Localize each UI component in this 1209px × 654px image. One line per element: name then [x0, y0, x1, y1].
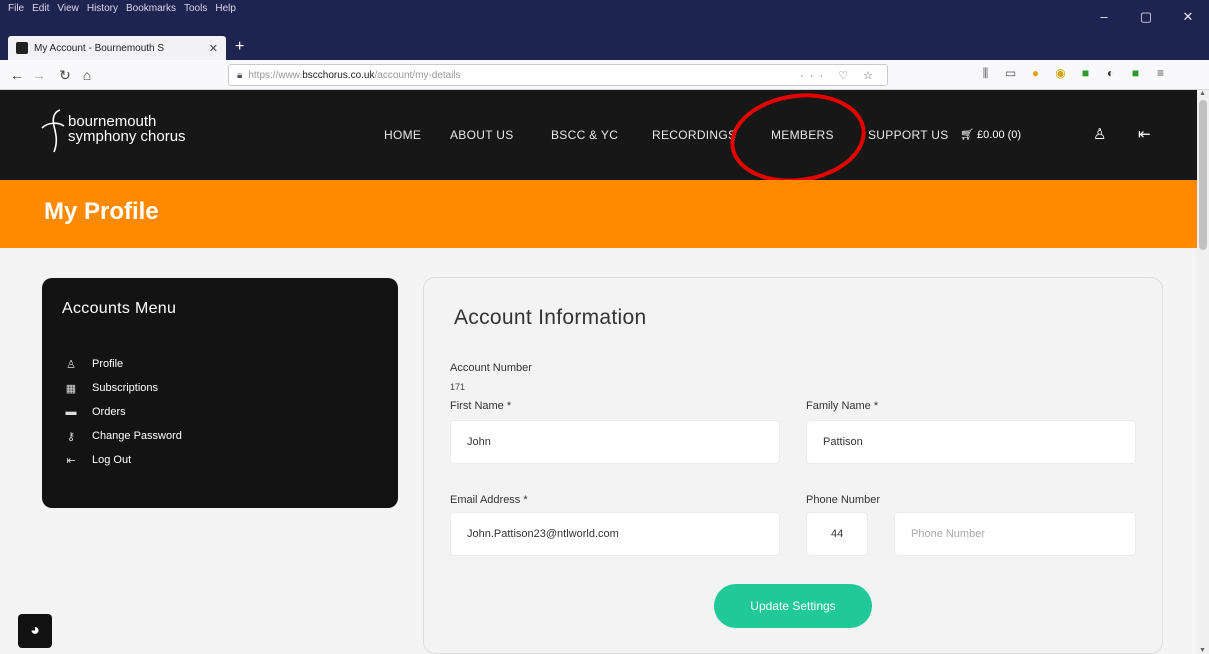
- orders-icon: ▬: [65, 406, 77, 418]
- site-header: bournemouth symphony chorus HOME ABOUT U…: [0, 90, 1197, 180]
- nav-members[interactable]: MEMBERS: [771, 128, 834, 142]
- page-banner: My Profile: [0, 180, 1197, 248]
- extension-icon[interactable]: ◉: [1053, 66, 1068, 81]
- scroll-up-icon[interactable]: ▲: [1199, 90, 1206, 97]
- first-name-label: First Name *: [450, 400, 512, 412]
- cart-icon: 🛒︎: [960, 129, 974, 141]
- close-window-button[interactable]: ✕: [1167, 0, 1209, 34]
- home-icon[interactable]: ⌂: [76, 64, 98, 86]
- url-bar[interactable]: 🔒︎ https://www.bscchorus.co.uk/account/m…: [228, 64, 888, 86]
- menu-history[interactable]: History: [87, 3, 118, 14]
- phone-country-code-field[interactable]: 44: [806, 512, 868, 556]
- nav-about-us[interactable]: ABOUT US: [450, 128, 514, 142]
- sidebar-icon[interactable]: ▭: [1003, 66, 1018, 81]
- profile-icon: ♙: [66, 358, 76, 371]
- family-name-field[interactable]: Pattison: [806, 420, 1136, 464]
- menu-edit[interactable]: Edit: [32, 3, 49, 14]
- forward-icon[interactable]: →: [28, 64, 50, 86]
- cookie-settings-icon[interactable]: ◕: [18, 614, 52, 648]
- phone-number-field[interactable]: Phone Number: [894, 512, 1136, 556]
- user-icon[interactable]: ♙: [1093, 125, 1106, 143]
- email-field[interactable]: John.Pattison23@ntlworld.com: [450, 512, 780, 556]
- menu-view[interactable]: View: [57, 3, 79, 14]
- menu-item-orders[interactable]: ▬ Orders: [62, 400, 378, 424]
- vertical-scrollbar[interactable]: ▲ ▼: [1197, 90, 1209, 654]
- open-menu-icon[interactable]: ≡: [1153, 66, 1168, 81]
- menu-item-profile[interactable]: ♙ Profile: [62, 352, 378, 376]
- subscriptions-icon: ▦: [65, 382, 77, 395]
- new-tab-icon[interactable]: +: [235, 36, 244, 58]
- logo-line-1: bournemouth: [68, 113, 157, 130]
- account-info-card: Account Information Account Number 171 F…: [423, 277, 1163, 654]
- scrollbar-thumb[interactable]: [1199, 100, 1207, 250]
- browser-menubar: File Edit View History Bookmarks Tools H…: [0, 0, 236, 16]
- nav-bscc-yc[interactable]: BSCC & YC: [551, 128, 618, 142]
- menu-tools[interactable]: Tools: [184, 3, 207, 14]
- account-number-value: 171: [450, 382, 466, 392]
- email-label: Email Address *: [450, 494, 528, 506]
- extension-check-icon[interactable]: ■: [1128, 66, 1143, 81]
- accounts-menu: Accounts Menu ♙ Profile ▦ Subscriptions ▬ O…: [42, 278, 398, 508]
- update-settings-button[interactable]: Update Settings: [714, 584, 872, 628]
- close-tab-icon[interactable]: ✕: [209, 42, 218, 55]
- window-controls: – ▢ ✕: [1083, 0, 1209, 34]
- phone-label: Phone Number: [806, 494, 880, 506]
- url-text: https://www.bscchorus.co.uk/account/my-d…: [248, 69, 461, 81]
- scroll-down-icon[interactable]: ▼: [1199, 647, 1206, 654]
- extension-icon[interactable]: ◐: [1103, 66, 1118, 81]
- account-number-label: Account Number: [450, 362, 532, 374]
- maximize-button[interactable]: ▢: [1125, 0, 1167, 34]
- page-title: My Profile: [44, 198, 159, 225]
- browser-navbar: ← → ↻ ⌂ 🔒︎ https://www.bscchorus.co.uk/a…: [0, 60, 1209, 90]
- family-name-label: Family Name *: [806, 400, 879, 412]
- logo-line-2: symphony chorus: [68, 128, 186, 145]
- menu-bookmarks[interactable]: Bookmarks: [126, 3, 176, 14]
- logo-text: bournemouth symphony chorus: [68, 114, 186, 144]
- logout-icon: ⇤: [66, 454, 76, 467]
- page-actions-icon[interactable]: ··· ♡ ☆: [800, 69, 879, 82]
- minimize-button[interactable]: –: [1083, 0, 1125, 34]
- lock-icon: 🔒︎: [237, 69, 243, 81]
- site-favicon-icon: [16, 42, 28, 54]
- site-logo[interactable]: bournemouth symphony chorus: [40, 108, 186, 154]
- menu-file[interactable]: File: [8, 3, 24, 14]
- first-name-field[interactable]: John: [450, 420, 780, 464]
- nav-home[interactable]: HOME: [384, 128, 421, 142]
- tab-strip: My Account - Bournemouth S ✕ +: [0, 34, 1209, 60]
- nav-support-us[interactable]: SUPPORT US: [868, 128, 949, 142]
- clef-logo-icon: [40, 108, 66, 154]
- library-icon[interactable]: ⫼: [978, 66, 993, 81]
- toolbar-icons: ⫼ ▭ ● ◉ ■ ◐ ■ ≡: [978, 66, 1168, 81]
- menu-item-subscriptions[interactable]: ▦ Subscriptions: [62, 376, 378, 400]
- browser-tab[interactable]: My Account - Bournemouth S ✕: [8, 36, 226, 60]
- back-icon[interactable]: ←: [6, 64, 28, 86]
- extension-icon[interactable]: ●: [1028, 66, 1043, 81]
- cart-link[interactable]: 🛒︎ £0.00 (0): [960, 128, 1021, 141]
- reload-icon[interactable]: ↻: [54, 64, 76, 86]
- account-info-title: Account Information: [454, 306, 647, 329]
- cart-total: £0.00 (0): [977, 129, 1022, 141]
- nav-recordings[interactable]: RECORDINGS: [652, 128, 736, 142]
- browser-titlebar: File Edit View History Bookmarks Tools H…: [0, 0, 1209, 34]
- tab-title: My Account - Bournemouth S: [34, 42, 165, 54]
- logout-icon[interactable]: ⇤: [1138, 125, 1151, 143]
- extension-check-icon[interactable]: ■: [1078, 66, 1093, 81]
- menu-help[interactable]: Help: [215, 3, 236, 14]
- accounts-menu-title: Accounts Menu: [62, 300, 177, 317]
- key-icon: ⚷: [66, 430, 76, 443]
- menu-item-log-out[interactable]: ⇤ Log Out: [62, 448, 378, 472]
- menu-item-change-password[interactable]: ⚷ Change Password: [62, 424, 378, 448]
